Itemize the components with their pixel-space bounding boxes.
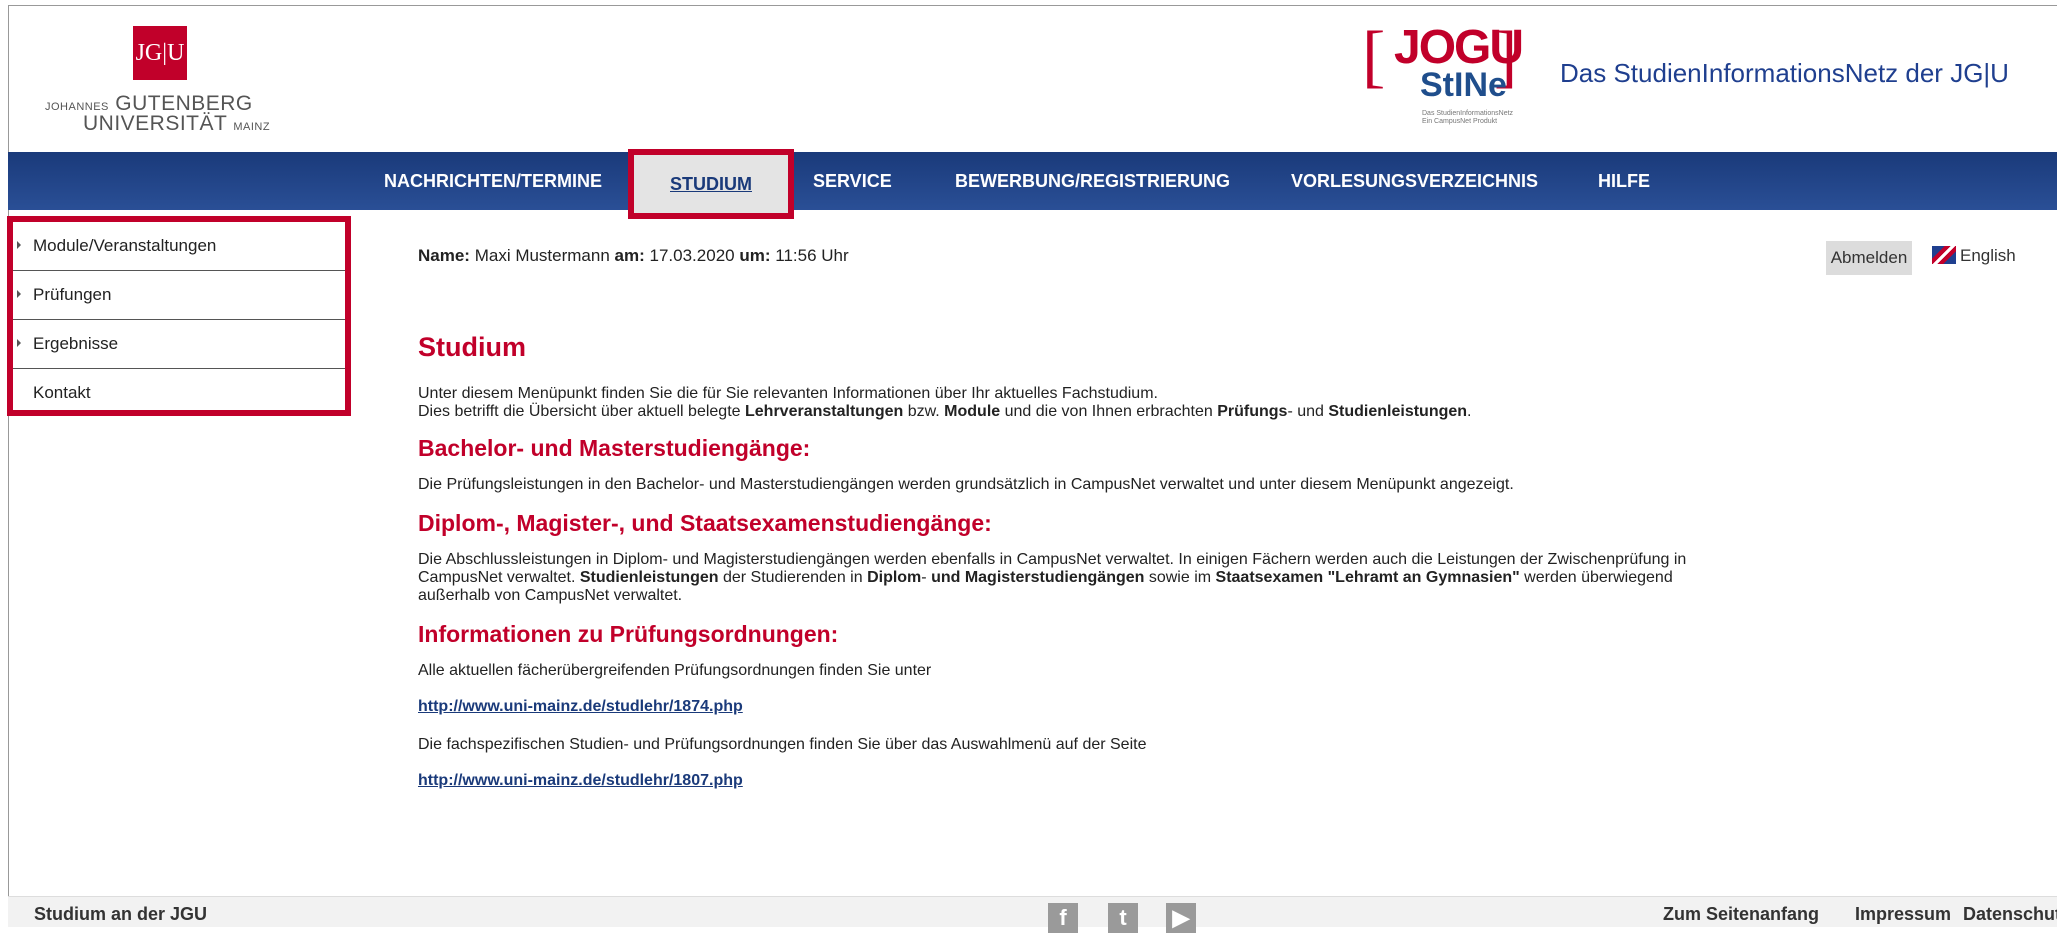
facebook-icon[interactable]: f (1048, 903, 1078, 933)
sidebar-item-label: Kontakt (33, 383, 91, 402)
datenschutz-link[interactable]: Datenschutz (1963, 904, 2057, 925)
impressum-link[interactable]: Impressum (1855, 904, 1951, 925)
footer-title: Studium an der JGU (34, 904, 208, 924)
nav-item-hilfe[interactable]: HILFE (1598, 152, 1650, 210)
nav-item-bewerbung[interactable]: BEWERBUNG/REGISTRIERUNG (955, 152, 1230, 210)
arrow-icon (17, 290, 21, 298)
site-tagline: Das StudienInformationsNetz der JG|U (1560, 58, 2009, 88)
heading-diplom: Diplom-, Magister-, und Staatsexamenstud… (418, 510, 992, 536)
text-bachelor: Die Prüfungsleistungen in den Bachelor- … (418, 476, 1514, 493)
nav-item-studium[interactable]: STUDIUM (628, 149, 794, 219)
heading-bachelor: Bachelor- und Masterstudiengänge: (418, 435, 811, 461)
jgu-logo-line2: UNIVERSITÄT MAINZ (83, 112, 271, 135)
link-studienordnungen[interactable]: http://www.uni-mainz.de/studlehr/1807.ph… (418, 772, 1718, 790)
sidebar-item-pruefungen[interactable]: Prüfungen (13, 271, 345, 320)
sidebar-item-label: Prüfungen (33, 285, 112, 304)
youtube-icon[interactable]: ▶ (1166, 903, 1196, 933)
language-switch[interactable]: English (1932, 246, 2016, 266)
sidebar-menu: Module/Veranstaltungen Prüfungen Ergebni… (7, 216, 351, 416)
text-diplom: Die Abschlussleistungen in Diplom- und M… (418, 551, 1687, 604)
nav-item-vorlesungsverzeichnis[interactable]: VORLESUNGSVERZEICHNIS (1291, 152, 1538, 210)
main-content: Studium Unter diesem Menüpunkt finden Si… (418, 300, 1718, 810)
nav-item-service[interactable]: SERVICE (813, 152, 892, 210)
footer: Studium an der JGU f t ▶ Zum Seitenanfan… (8, 896, 2057, 933)
sidebar-item-kontakt[interactable]: Kontakt (13, 369, 345, 417)
stine-logo-name: StINe (1420, 66, 1507, 104)
text-po-2: Die fachspezifischen Studien- und Prüfun… (418, 736, 1147, 753)
stine-logo[interactable]: [ ] JOGU StINe Das StudienInformationsNe… (1362, 14, 1524, 130)
jgu-logo[interactable]: JG|U JOHANNES GUTENBERG UNIVERSITÄT MAIN… (45, 26, 270, 135)
sidebar-item-ergebnisse[interactable]: Ergebnisse (13, 320, 345, 369)
nav-item-nachrichten[interactable]: NACHRICHTEN/TERMINE (384, 152, 602, 210)
twitter-icon[interactable]: t (1108, 903, 1138, 933)
back-to-top-link[interactable]: Zum Seitenanfang (1663, 904, 1819, 925)
logout-button[interactable]: Abmelden (1826, 241, 1912, 275)
intro-text: Unter diesem Menüpunkt finden Sie die fü… (418, 385, 1472, 420)
page-title: Studium (418, 332, 526, 362)
sidebar-item-label: Ergebnisse (33, 334, 119, 353)
arrow-icon (17, 339, 21, 347)
sidebar-item-module[interactable]: Module/Veranstaltungen (13, 222, 345, 271)
sidebar-item-label: Module/Veranstaltungen (33, 236, 217, 255)
heading-pruefungsordnungen: Informationen zu Prüfungsordnungen: (418, 621, 839, 647)
stine-logo-subtitle: Das StudienInformationsNetz Ein CampusNe… (1422, 110, 1514, 125)
stine-bracket-left: [ (1362, 18, 1386, 95)
user-info: Name: Maxi Mustermann am: 17.03.2020 um:… (418, 246, 849, 265)
link-pruefungsordnungen[interactable]: http://www.uni-mainz.de/studlehr/1874.ph… (418, 698, 1718, 716)
main-navigation: NACHRICHTEN/TERMINE STUDIUM SERVICE BEWE… (8, 149, 2057, 219)
arrow-icon (17, 241, 21, 249)
text-po-1: Alle aktuellen fächerübergreifenden Prüf… (418, 662, 932, 679)
jgu-logo-mark: JG|U (133, 26, 187, 80)
uk-flag-icon (1932, 246, 1956, 264)
